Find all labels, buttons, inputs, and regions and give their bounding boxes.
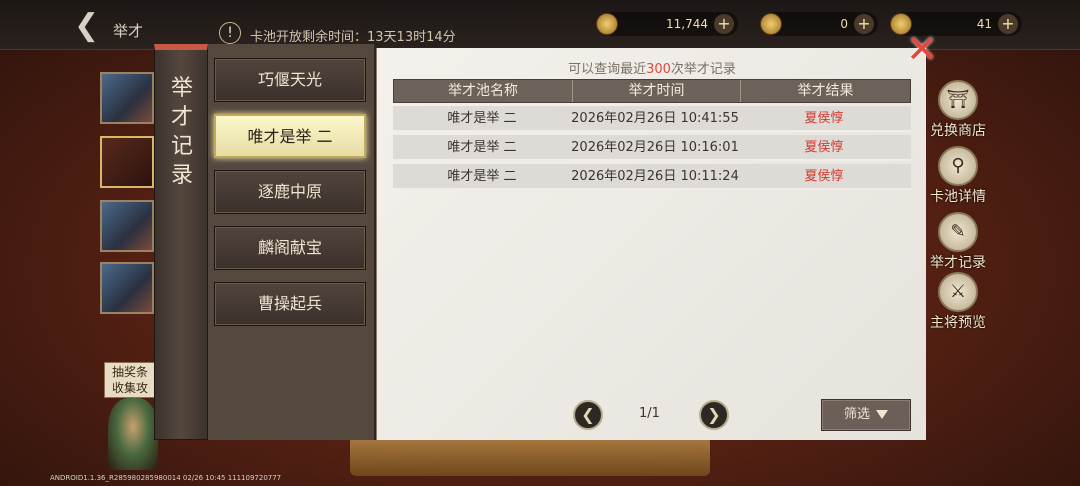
table-row: 唯才是举 二 2026年02月26日 10:11:24 夏侯惇 — [393, 164, 911, 190]
brush-icon: ✎ — [938, 212, 978, 252]
pool-remaining-time: 卡池开放剩余时间：13天13时14分 — [250, 30, 456, 45]
row-pool: 唯才是举 二 — [447, 140, 517, 155]
menu-shop-label: 兑换商店 — [930, 123, 986, 139]
tab-pool-1[interactable]: 巧偃天光 — [214, 58, 366, 102]
table-row: 唯才是举 二 2026年02月26日 10:16:01 夏侯惇 — [393, 135, 911, 161]
menu-hero-preview-label: 主将预览 — [930, 315, 986, 331]
previous-page-button[interactable]: ❮ — [573, 400, 603, 430]
records-panel: 可以查询最近300次举才记录 举才池名称 举才时间 举才结果 唯才是举 二 20… — [376, 48, 926, 440]
tab-pool-3[interactable]: 逐鹿中原 — [214, 170, 366, 214]
funnel-icon — [876, 410, 888, 419]
filter-label: 筛选 — [843, 407, 870, 422]
table-header: 举才池名称 举才时间 举才结果 — [393, 79, 911, 103]
tab-pool-4[interactable]: 麟阁献宝 — [214, 226, 366, 270]
draw-buttons-bar[interactable] — [350, 436, 710, 476]
version-text: ANDROID1.1.36_R285980285980014 02/26 10:… — [50, 474, 282, 482]
add-currency-button-2[interactable]: + — [854, 14, 874, 34]
query-notice: 可以查询最近300次举才记录 — [377, 58, 927, 77]
row-pool: 唯才是举 二 — [447, 111, 517, 126]
table-row: 唯才是举 二 2026年02月26日 10:41:55 夏侯惇 — [393, 106, 911, 132]
column-result: 举才结果 — [740, 80, 910, 102]
hero-portrait-4[interactable] — [100, 262, 154, 314]
back-arrow-icon[interactable]: ❮ — [74, 11, 99, 41]
guide-text-1: 抽奖条 — [111, 365, 148, 379]
page-indicator: 1/1 — [639, 406, 660, 421]
dialog-title-banner: 举才记录 — [154, 44, 208, 440]
currency-value-1: 11,744 — [666, 17, 708, 31]
page-title: 举才 — [113, 22, 144, 40]
currency-value-3: 41 — [976, 17, 992, 31]
records-dialog: 举才记录 巧偃天光 唯才是举 二 逐鹿中原 麟阁献宝 曹操起兵 可以查询最近30… — [154, 30, 938, 440]
alert-icon: ! — [219, 22, 241, 44]
guide-text-2: 收集攻 — [111, 381, 148, 395]
menu-hero-preview[interactable]: ⚔ 主将预览 — [926, 272, 990, 332]
token-icon — [760, 13, 782, 35]
hero-portrait-2[interactable] — [100, 136, 154, 188]
shop-icon: ⛩ — [938, 80, 978, 120]
column-time: 举才时间 — [572, 80, 740, 102]
coin-icon — [596, 13, 618, 35]
pool-tab-list: 巧偃天光 唯才是举 二 逐鹿中原 麟阁献宝 曹操起兵 — [208, 44, 376, 440]
next-page-button[interactable]: ❯ — [699, 400, 729, 430]
row-time: 2026年02月26日 10:16:01 — [571, 140, 739, 155]
guide-banner[interactable]: 抽奖条 收集攻 — [104, 362, 156, 398]
menu-records-label: 举才记录 — [930, 255, 986, 271]
tab-pool-2[interactable]: 唯才是举 二 — [214, 114, 366, 158]
menu-pool-details-label: 卡池详情 — [930, 189, 986, 205]
add-currency-button-1[interactable]: + — [714, 14, 734, 34]
tab-pool-5[interactable]: 曹操起兵 — [214, 282, 366, 326]
row-result: 夏侯惇 — [804, 140, 844, 155]
row-result: 夏侯惇 — [804, 169, 844, 184]
menu-records[interactable]: ✎ 举才记录 — [926, 212, 990, 272]
currency-value-2: 0 — [840, 17, 848, 31]
magnifier-icon: ⚲ — [938, 146, 978, 186]
row-time: 2026年02月26日 10:11:24 — [571, 169, 739, 184]
hero-figure — [108, 398, 158, 470]
hero-portrait-1[interactable] — [100, 72, 154, 124]
row-result: 夏侯惇 — [804, 111, 844, 126]
notice-count: 300 — [646, 62, 671, 77]
notice-prefix: 可以查询最近 — [568, 62, 647, 77]
menu-pool-details[interactable]: ⚲ 卡池详情 — [926, 146, 990, 206]
hero-icon: ⚔ — [938, 272, 978, 312]
currency-bar-1: 11,744 + — [596, 12, 738, 36]
currency-bar-2: 0 + — [760, 12, 878, 36]
menu-shop[interactable]: ⛩ 兑换商店 — [926, 80, 990, 140]
row-pool: 唯才是举 二 — [447, 169, 517, 184]
close-icon[interactable]: ✕ — [906, 30, 938, 68]
row-time: 2026年02月26日 10:41:55 — [571, 111, 739, 126]
hero-portrait-3[interactable] — [100, 200, 154, 252]
notice-suffix: 次举才记录 — [670, 62, 736, 77]
filter-button[interactable]: 筛选 — [821, 399, 911, 431]
dialog-title: 举才记录 — [170, 76, 193, 188]
add-currency-button-3[interactable]: + — [998, 14, 1018, 34]
column-pool-name: 举才池名称 — [448, 83, 518, 99]
